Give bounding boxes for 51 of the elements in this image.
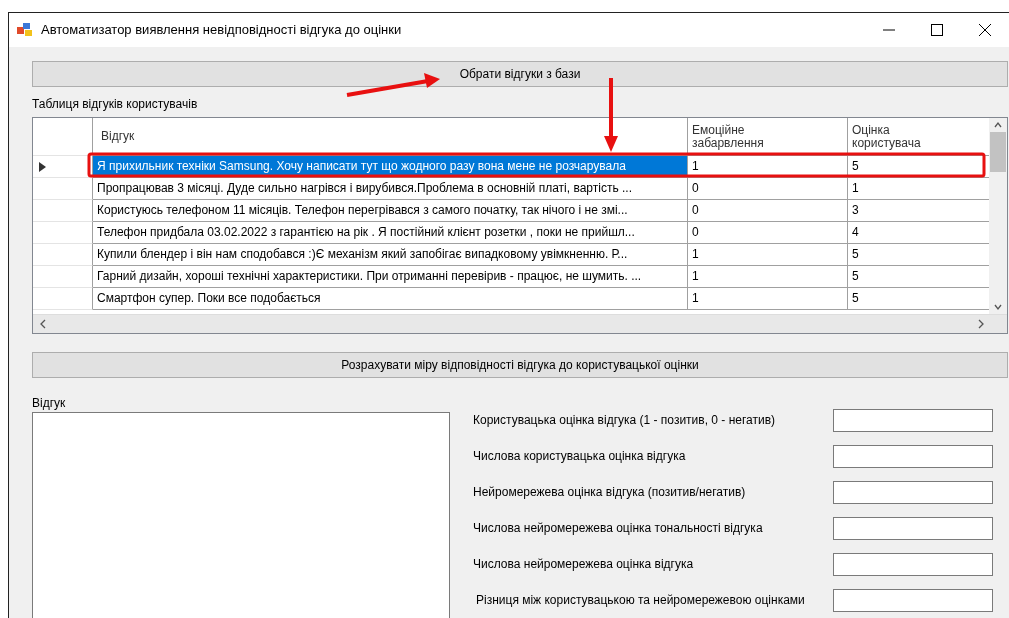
table-cell: Я прихильник техніки Samsung. Хочу написати тут що жодного разу вона мене не розчарувала — [97, 159, 626, 173]
input-field[interactable] — [833, 552, 993, 576]
scroll-thumb[interactable] — [990, 132, 1006, 172]
column-header[interactable]: Емоційне забарвлення — [692, 123, 782, 150]
table-cell: 5 — [852, 269, 859, 283]
table-cell: 1 — [692, 269, 699, 283]
app-icon — [17, 23, 33, 37]
column-header[interactable]: Оцінка користувача — [852, 123, 942, 150]
horizontal-scrollbar[interactable] — [33, 314, 1007, 333]
input-field[interactable] — [833, 516, 993, 540]
calculate-button[interactable]: Розрахувати міру відповідності відгука до користувацької оцінки — [32, 352, 1008, 378]
table-cell: 5 — [852, 291, 859, 305]
table-label: Таблиця відгуків користувачів — [32, 96, 198, 113]
table-cell: 1 — [692, 247, 699, 261]
table-cell: 0 — [692, 181, 699, 195]
table-cell: 5 — [852, 159, 859, 173]
table-cell: 1 — [852, 181, 859, 195]
field-label: Числова користувацька оцінка відгука — [473, 448, 686, 465]
vertical-scrollbar[interactable] — [989, 118, 1007, 315]
scroll-right-icon[interactable] — [977, 319, 985, 330]
corner-header-cell — [33, 118, 93, 156]
table-cell: Користуюсь телефоном 11 місяців. Телефон перегрівався з самого початку, так нічого і не змі... — [97, 203, 628, 217]
load-reviews-button[interactable]: Обрати відгуки з бази — [32, 61, 1008, 87]
review-label: Відгук — [32, 395, 66, 412]
scroll-left-icon[interactable] — [39, 319, 47, 330]
maximize-icon[interactable] — [931, 24, 943, 36]
close-icon[interactable] — [979, 24, 991, 36]
table-cell: 0 — [692, 225, 699, 239]
field-label: Різниця між користувацькою та нейромережевою оцінками — [475, 592, 805, 609]
field-label: Числова нейромережева оцінка тональності відгука — [473, 520, 763, 537]
field-label: Числова нейромережева оцінка відгука — [473, 556, 694, 573]
table-cell: Телефон придбала 03.02.2022 з гарантією на рік . Я постійний клієнт розетки , поки не прийшл... — [97, 225, 635, 239]
table-cell: Купили блендер і він нам сподобався :)Є механізм який запобігає випадковому увімкненню. Р... — [97, 247, 628, 261]
column-header[interactable]: Відгук — [97, 130, 135, 143]
input-field[interactable] — [833, 444, 993, 468]
table-cell: 5 — [852, 247, 859, 261]
current-row-icon — [39, 161, 46, 172]
field-label: Користувацька оцінка відгука (1 - позитив, 0 - негатив) — [473, 412, 776, 429]
table-cell: Пропрацював 3 місяці. Дуде сильно нагрівся і вирубився.Проблема в основній платі, вартість ... — [97, 181, 632, 195]
input-field[interactable] — [833, 408, 993, 432]
field-label: Нейромережева оцінка відгука (позитив/негатив) — [473, 484, 746, 501]
table-cell: 1 — [692, 291, 699, 305]
table-cell: 4 — [852, 225, 859, 239]
table-cell: Смартфон супер. Поки все подобається — [97, 291, 321, 305]
table-cell: 0 — [692, 203, 699, 217]
window-title: Автоматизатор виявлення невідповідності відгука до оцінки — [41, 21, 402, 40]
table-cell: 1 — [692, 159, 699, 173]
table-cell: Гарний дизайн, хороші технічні характеристики. При отриманні перевірив - працює, не шумить. ... — [97, 269, 642, 283]
table-cell: 3 — [852, 203, 859, 217]
input-field[interactable] — [833, 480, 993, 504]
input-field[interactable] — [833, 588, 993, 612]
